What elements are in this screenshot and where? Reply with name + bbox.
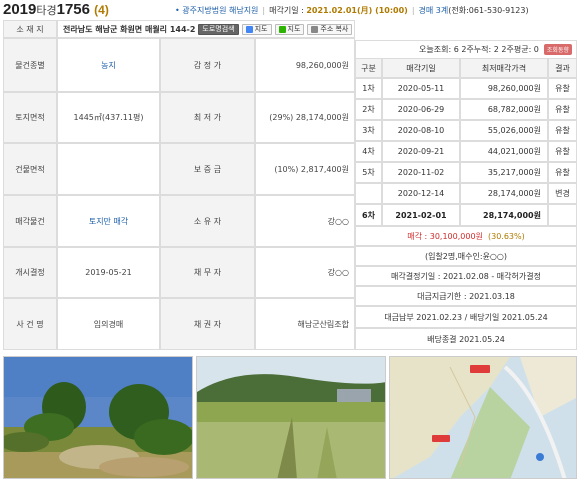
- history-price: 44,021,000원: [460, 141, 548, 162]
- history-header: 매각기일: [382, 58, 460, 78]
- map-button-1[interactable]: 지도: [241, 23, 272, 35]
- detail-label: 건물면적: [3, 143, 57, 195]
- detail-label: 감 정 가: [160, 38, 255, 92]
- history-date: 2020-12-14: [382, 183, 460, 204]
- decision-row: 매각결정기일 : 2021.02.08 - 매각허가결정: [355, 266, 577, 286]
- history-result: 변경: [548, 183, 577, 204]
- map-g-icon: [245, 25, 253, 33]
- sale-price: 매각 : 30,100,000원: [407, 231, 483, 241]
- detail-value: 2019-05-21: [57, 247, 160, 298]
- history-result: 유찰: [548, 141, 577, 162]
- trees-photo[interactable]: [3, 356, 193, 479]
- history-price: 98,260,000원: [460, 78, 548, 99]
- history-price: 68,782,000원: [460, 99, 548, 120]
- detail-label: 보 증 금: [160, 143, 255, 195]
- dividend-row: 배당종결 2021.05.24: [355, 328, 577, 350]
- history-round: 3차: [355, 120, 382, 141]
- history-result: 유찰: [548, 162, 577, 183]
- bidders-row: (입찰2명,매수인:윤○○): [355, 246, 577, 266]
- sale-result-row: 매각 : 30,100,000원 (30.63%): [355, 226, 577, 246]
- detail-label: 사 건 명: [3, 298, 57, 350]
- detail-label: 개시결정: [3, 247, 57, 298]
- address-text: 전라남도 해남군 화원면 매월리 144-2: [63, 24, 196, 34]
- view-trend-button[interactable]: 조회동향: [543, 44, 572, 55]
- history-header: 구분: [355, 58, 382, 78]
- detail-value: 농지: [57, 38, 160, 92]
- road-search-button[interactable]: 도로명검색: [198, 23, 239, 35]
- history-result: 유찰: [548, 99, 577, 120]
- detail-value: 98,260,000원: [255, 38, 355, 92]
- history-round: 2차: [355, 99, 382, 120]
- history-result: [548, 204, 577, 226]
- history-price: 55,026,000원: [460, 120, 548, 141]
- copy-address-button[interactable]: 주소 복사: [307, 23, 353, 35]
- history-result: 유찰: [548, 120, 577, 141]
- history-price: 28,174,000원: [460, 183, 548, 204]
- detail-value: 1445㎡(437.11평): [57, 92, 160, 143]
- copy-icon: [311, 25, 319, 33]
- history-date: 2020-11-02: [382, 162, 460, 183]
- detail-value: 강○○: [255, 195, 355, 247]
- history-round: 4차: [355, 141, 382, 162]
- history-date: 2021-02-01: [382, 204, 460, 226]
- detail-label: 토지면적: [3, 92, 57, 143]
- detail-label: 매각물건: [3, 195, 57, 247]
- detail-value: (10%) 2,817,400원: [255, 143, 355, 195]
- case-meta: • 광주지방법원 해남지원 | 매각기일 : 2021.02.01(月) (10:0…: [175, 6, 529, 15]
- history-price: 28,174,000원: [460, 204, 548, 226]
- payment-row: 대금납부 2021.02.23 / 배당기일 2021.05.24: [355, 306, 577, 328]
- case-header: 2019타경1756 (4) • 광주지방법원 해남지원 | 매각기일 : 2021…: [0, 0, 580, 20]
- history-round: 5차: [355, 162, 382, 183]
- view-stats: 오늘조회: 6 2주누적: 2 2주평균: 0 조회동향: [355, 40, 577, 58]
- detail-value: 강○○: [255, 247, 355, 298]
- history-date: 2020-05-11: [382, 78, 460, 99]
- map-photo[interactable]: [389, 356, 577, 479]
- detail-value: [57, 143, 160, 195]
- detail-label: 소 유 자: [160, 195, 255, 247]
- field-photo[interactable]: [196, 356, 386, 479]
- payment-deadline-row: 대금지급기한 : 2021.03.18: [355, 286, 577, 306]
- address-label: 소 재 지: [3, 20, 57, 38]
- history-date: 2020-08-10: [382, 120, 460, 141]
- court-name[interactable]: 광주지방법원 해남지원: [182, 6, 258, 15]
- detail-label: 채 권 자: [160, 298, 255, 350]
- history-date: 2020-06-29: [382, 99, 460, 120]
- history-round: 1차: [355, 78, 382, 99]
- history-header: 결과: [548, 58, 577, 78]
- detail-label: 물건종별: [3, 38, 57, 92]
- detail-value: 해남군산림조합: [255, 298, 355, 350]
- history-date: 2020-09-21: [382, 141, 460, 162]
- detail-label: 채 무 자: [160, 247, 255, 298]
- sale-date: 2021.02.01(月) (10:00): [306, 6, 408, 15]
- detail-value: 임의경매: [57, 298, 160, 350]
- address-row: 전라남도 해남군 화원면 매월리 144-2 도로명검색 지도 지도 주소 복사: [57, 20, 355, 38]
- history-round: [355, 183, 382, 204]
- detail-value[interactable]: 토지만 매각: [57, 195, 160, 247]
- sale-percent: (30.63%): [488, 231, 525, 241]
- history-round: 6차: [355, 204, 382, 226]
- detail-label: 최 저 가: [160, 92, 255, 143]
- history-header: 최저매각가격: [460, 58, 548, 78]
- case-number: 2019타경1756 (4): [3, 1, 109, 18]
- map-n-icon: [278, 25, 286, 33]
- detail-value: (29%) 28,174,000원: [255, 92, 355, 143]
- history-price: 35,217,000원: [460, 162, 548, 183]
- history-result: 유찰: [548, 78, 577, 99]
- map-button-2[interactable]: 지도: [274, 23, 305, 35]
- dept-link[interactable]: 경매 3계: [419, 6, 449, 15]
